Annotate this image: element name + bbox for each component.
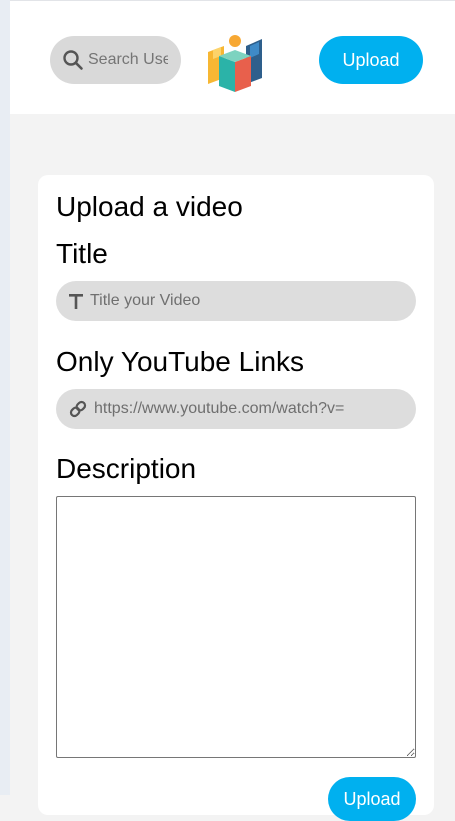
upload-button[interactable]: Upload (319, 36, 423, 84)
window-edge (0, 0, 10, 795)
youtube-link-label: Only YouTube Links (56, 346, 305, 377)
search-input[interactable] (88, 51, 168, 69)
youtube-link-input[interactable] (94, 400, 394, 418)
text-icon (69, 294, 83, 309)
title-input[interactable] (90, 292, 390, 310)
top-header: Upload (10, 0, 455, 114)
title-label: Title (56, 238, 108, 269)
search-bar[interactable] (50, 36, 181, 84)
submit-upload-button[interactable]: Upload (328, 777, 416, 821)
logo-icon (208, 35, 262, 92)
link-icon (69, 400, 87, 418)
upload-form-card: Upload a video Title Only YouTube Links … (38, 175, 434, 821)
youtube-link-field[interactable] (56, 389, 416, 429)
search-icon (63, 50, 83, 70)
description-label: Description (56, 453, 197, 484)
title-field[interactable] (56, 281, 416, 321)
form-title: Upload a video (56, 191, 243, 222)
description-textarea[interactable] (56, 496, 416, 758)
